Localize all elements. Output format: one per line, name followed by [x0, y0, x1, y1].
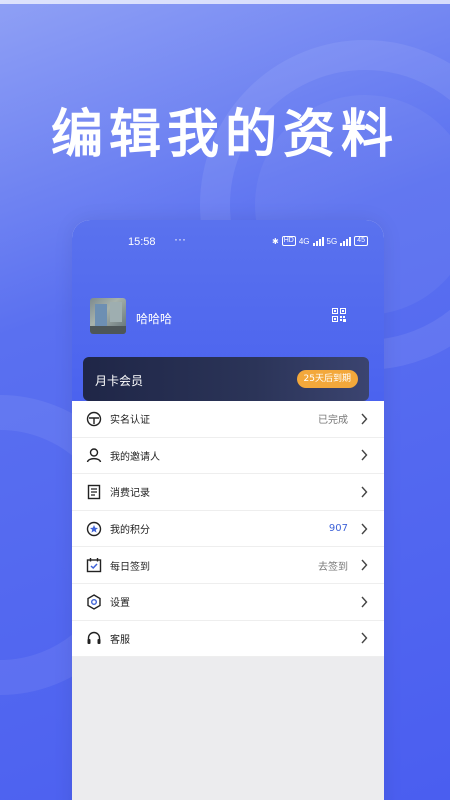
points-value: 907	[328, 523, 348, 535]
menu-item-label: 客服	[110, 634, 130, 646]
signal-icon	[312, 236, 324, 246]
status-more-icon: ···	[174, 232, 186, 246]
avatar[interactable]	[90, 298, 126, 334]
menu-item-label: 实名认证	[110, 415, 150, 427]
username: 哈哈哈	[136, 312, 173, 326]
menu-item-points[interactable]: 我的积分 907	[72, 511, 384, 548]
menu-item-real-name[interactable]: 实名认证 已完成	[72, 401, 384, 438]
receipt-icon	[87, 484, 101, 500]
chevron-right-icon	[361, 523, 368, 535]
menu-item-label: 设置	[110, 598, 130, 610]
alarm-icon: ✱	[272, 236, 279, 246]
status-bar: 15:58 ··· ✱ HD 4G 5G 45	[72, 232, 384, 252]
qr-code-icon[interactable]	[332, 308, 346, 322]
promo-page: 编辑我的资料 15:58 ··· ✱ HD 4G 5G 45 哈哈哈 月卡会员 …	[0, 0, 450, 800]
menu-item-value: 已完成	[318, 415, 348, 427]
menu-item-spending-records[interactable]: 消费记录	[72, 474, 384, 511]
expiry-badge: 25天后到期	[296, 370, 358, 388]
top-strip	[0, 0, 450, 4]
calendar-check-icon	[86, 558, 102, 573]
promo-headline: 编辑我的资料	[50, 105, 399, 165]
menu-item-customer-service[interactable]: 客服	[72, 621, 384, 658]
menu-item-label: 我的邀请人	[110, 451, 160, 463]
membership-label: 月卡会员	[95, 374, 144, 388]
menu-item-label: 消费记录	[110, 488, 150, 500]
menu-item-inviter[interactable]: 我的邀请人	[72, 438, 384, 475]
gear-icon	[87, 593, 101, 610]
checkin-value: 去签到	[318, 561, 348, 573]
hd-icon: HD	[281, 236, 296, 246]
menu-item-daily-checkin[interactable]: 每日签到 去签到	[72, 547, 384, 584]
menu-list: 实名认证 已完成 我的邀请人 消费记录 我的积分 907 每日签到 去签到 设置…	[72, 401, 384, 658]
menu-item-label: 我的积分	[110, 525, 150, 537]
network-5g-label: 5G	[326, 236, 338, 246]
menu-item-label: 每日签到	[110, 561, 150, 573]
phone-screen: 15:58 ··· ✱ HD 4G 5G 45 哈哈哈 月卡会员 25天后到期 …	[72, 220, 384, 800]
menu-item-settings[interactable]: 设置	[72, 584, 384, 621]
chevron-right-icon	[361, 486, 368, 498]
chevron-right-icon	[361, 413, 368, 425]
chevron-right-icon	[361, 449, 368, 461]
person-icon	[86, 448, 102, 463]
status-time: 15:58	[128, 236, 156, 248]
chevron-right-icon	[361, 632, 368, 644]
star-badge-icon	[86, 521, 102, 536]
shield-icon	[86, 411, 102, 426]
status-icons: ✱ HD 4G 5G 45	[272, 236, 368, 246]
chevron-right-icon	[361, 596, 368, 608]
chevron-right-icon	[361, 559, 368, 571]
battery-icon: 45	[354, 236, 368, 246]
signal-icon	[340, 236, 352, 246]
membership-card[interactable]: 月卡会员 25天后到期	[83, 357, 369, 401]
headset-icon	[87, 632, 101, 645]
network-4g-label: 4G	[298, 236, 310, 246]
